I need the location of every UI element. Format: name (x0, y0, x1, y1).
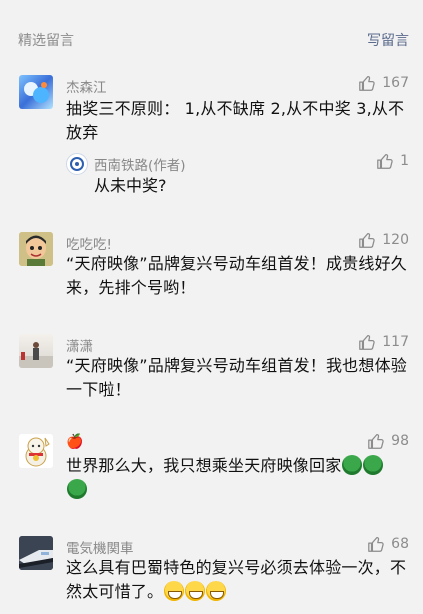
comment-text: 这么具有巴蜀特色的复兴号必须去体验一次，不然太可惜了。 (66, 558, 407, 601)
like-count: 167 (382, 75, 409, 91)
like-button[interactable]: 68 (367, 535, 409, 553)
turtle-emoji-icon (363, 455, 384, 475)
avatar[interactable] (19, 536, 53, 570)
comment-text: “天府映像”品牌复兴号动车组首发！我也想体验一下啦！ (66, 356, 407, 399)
comment-body: 这么具有巴蜀特色的复兴号必须去体验一次，不然太可惜了。 (66, 556, 411, 604)
commenter-name[interactable]: 潇潇 (66, 335, 93, 355)
thumb-up-icon (368, 536, 384, 552)
grin-emoji-icon (164, 581, 185, 601)
grin-emoji-icon (206, 581, 227, 601)
write-comment-button[interactable]: 写留言 (367, 30, 409, 50)
like-button[interactable]: 117 (358, 333, 409, 351)
turtle-emoji-icon (342, 455, 363, 475)
avatar[interactable] (19, 232, 53, 266)
like-count: 120 (382, 232, 409, 248)
section-title: 精选留言 (18, 33, 74, 49)
like-count: 117 (382, 334, 409, 350)
commenter-name[interactable]: 🍎 (66, 434, 83, 450)
like-button[interactable]: 167 (358, 74, 409, 92)
avatar[interactable] (19, 75, 53, 109)
commenter-name[interactable]: 吃吃吃! (66, 233, 112, 253)
author-name: 西南铁路(作者) (94, 158, 186, 174)
comment-text: 抽奖三不原则： 1,从不缺席 2,从不中奖 3,从不放弃 (66, 99, 405, 142)
thumb-up-icon (368, 433, 384, 449)
comment-text: “天府映像”品牌复兴号动车组首发！成贵线好久来，先排个号哟！ (66, 254, 407, 297)
reply-text: 从未中奖? (94, 176, 167, 195)
thumb-up-icon (359, 334, 375, 350)
comments-header: 精选留言 写留言 (0, 0, 423, 62)
reply-like-button[interactable]: 1 (376, 152, 409, 170)
thumb-up-icon (359, 75, 375, 91)
thumb-up-icon (359, 232, 375, 248)
avatar[interactable] (19, 334, 53, 368)
like-button[interactable]: 98 (367, 432, 409, 450)
like-count: 1 (400, 153, 409, 169)
like-count: 68 (391, 536, 409, 552)
commenter-name[interactable]: 電気機関車 (66, 537, 134, 557)
comment-body: 世界那么大，我只想乘坐天府映像回家 (66, 454, 411, 502)
thumb-up-icon (377, 153, 393, 169)
avatar[interactable] (19, 434, 53, 468)
turtle-emoji-icon (67, 479, 87, 499)
comment-text: 世界那么大，我只想乘坐天府映像回家 (66, 456, 342, 475)
grin-emoji-icon (185, 581, 206, 601)
like-button[interactable]: 120 (358, 231, 409, 249)
commenter-name[interactable]: 杰森江 (66, 76, 107, 96)
author-avatar (66, 153, 88, 175)
like-count: 98 (391, 433, 409, 449)
